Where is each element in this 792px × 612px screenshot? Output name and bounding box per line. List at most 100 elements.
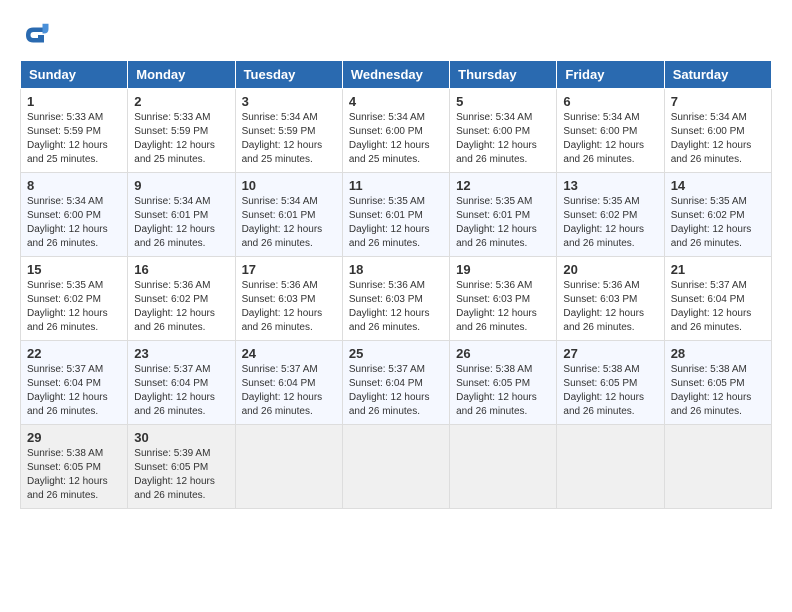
daylight-label: Daylight: 12 hours: [349, 392, 430, 403]
sunset-label: Sunset: 5:59 PM: [27, 126, 101, 137]
daylight-minutes: and 26 minutes.: [134, 238, 205, 249]
daylight-label: Daylight: 12 hours: [456, 392, 537, 403]
sunset-label: Sunset: 6:02 PM: [563, 210, 637, 221]
daylight-minutes: and 26 minutes.: [27, 406, 98, 417]
calendar-cell: 24 Sunrise: 5:37 AM Sunset: 6:04 PM Dayl…: [235, 341, 342, 425]
calendar-cell: 21 Sunrise: 5:37 AM Sunset: 6:04 PM Dayl…: [664, 257, 771, 341]
sunset-label: Sunset: 6:01 PM: [456, 210, 530, 221]
day-number: 18: [349, 262, 443, 277]
day-number: 12: [456, 178, 550, 193]
day-number: 13: [563, 178, 657, 193]
sunrise-label: Sunrise: 5:34 AM: [349, 112, 425, 123]
day-info: Sunrise: 5:34 AM Sunset: 5:59 PM Dayligh…: [242, 111, 336, 167]
sunrise-label: Sunrise: 5:34 AM: [242, 112, 318, 123]
sunset-label: Sunset: 6:03 PM: [563, 294, 637, 305]
calendar-week-row: 29 Sunrise: 5:38 AM Sunset: 6:05 PM Dayl…: [21, 425, 772, 509]
day-info: Sunrise: 5:33 AM Sunset: 5:59 PM Dayligh…: [134, 111, 228, 167]
day-number: 2: [134, 94, 228, 109]
sunset-label: Sunset: 6:05 PM: [134, 462, 208, 473]
day-info: Sunrise: 5:33 AM Sunset: 5:59 PM Dayligh…: [27, 111, 121, 167]
sunrise-label: Sunrise: 5:35 AM: [671, 196, 747, 207]
sunset-label: Sunset: 6:00 PM: [563, 126, 637, 137]
sunrise-label: Sunrise: 5:35 AM: [349, 196, 425, 207]
sunset-label: Sunset: 6:01 PM: [134, 210, 208, 221]
weekday-header-thursday: Thursday: [450, 61, 557, 89]
sunrise-label: Sunrise: 5:37 AM: [27, 364, 103, 375]
logo-icon: [20, 20, 50, 50]
daylight-label: Daylight: 12 hours: [456, 140, 537, 151]
sunrise-label: Sunrise: 5:36 AM: [456, 280, 532, 291]
sunset-label: Sunset: 6:04 PM: [671, 294, 745, 305]
day-info: Sunrise: 5:35 AM Sunset: 6:01 PM Dayligh…: [456, 195, 550, 251]
day-info: Sunrise: 5:34 AM Sunset: 6:00 PM Dayligh…: [671, 111, 765, 167]
sunrise-label: Sunrise: 5:37 AM: [134, 364, 210, 375]
daylight-minutes: and 26 minutes.: [27, 238, 98, 249]
calendar-cell: 15 Sunrise: 5:35 AM Sunset: 6:02 PM Dayl…: [21, 257, 128, 341]
sunrise-label: Sunrise: 5:34 AM: [563, 112, 639, 123]
daylight-minutes: and 26 minutes.: [563, 406, 634, 417]
calendar-cell: 14 Sunrise: 5:35 AM Sunset: 6:02 PM Dayl…: [664, 173, 771, 257]
weekday-header-monday: Monday: [128, 61, 235, 89]
calendar-cell: 7 Sunrise: 5:34 AM Sunset: 6:00 PM Dayli…: [664, 89, 771, 173]
sunset-label: Sunset: 6:02 PM: [671, 210, 745, 221]
calendar-cell: 12 Sunrise: 5:35 AM Sunset: 6:01 PM Dayl…: [450, 173, 557, 257]
daylight-minutes: and 26 minutes.: [671, 238, 742, 249]
sunrise-label: Sunrise: 5:38 AM: [27, 448, 103, 459]
day-number: 15: [27, 262, 121, 277]
day-info: Sunrise: 5:35 AM Sunset: 6:02 PM Dayligh…: [563, 195, 657, 251]
sunset-label: Sunset: 6:01 PM: [349, 210, 423, 221]
day-info: Sunrise: 5:37 AM Sunset: 6:04 PM Dayligh…: [27, 363, 121, 419]
daylight-label: Daylight: 12 hours: [242, 224, 323, 235]
sunset-label: Sunset: 5:59 PM: [242, 126, 316, 137]
daylight-minutes: and 26 minutes.: [671, 406, 742, 417]
calendar-cell: 4 Sunrise: 5:34 AM Sunset: 6:00 PM Dayli…: [342, 89, 449, 173]
daylight-label: Daylight: 12 hours: [563, 308, 644, 319]
day-number: 9: [134, 178, 228, 193]
daylight-minutes: and 26 minutes.: [456, 406, 527, 417]
sunrise-label: Sunrise: 5:35 AM: [27, 280, 103, 291]
sunrise-label: Sunrise: 5:37 AM: [242, 364, 318, 375]
day-info: Sunrise: 5:35 AM Sunset: 6:02 PM Dayligh…: [27, 279, 121, 335]
daylight-label: Daylight: 12 hours: [27, 140, 108, 151]
daylight-minutes: and 26 minutes.: [349, 238, 420, 249]
daylight-label: Daylight: 12 hours: [671, 140, 752, 151]
sunset-label: Sunset: 6:03 PM: [242, 294, 316, 305]
sunset-label: Sunset: 6:05 PM: [563, 378, 637, 389]
daylight-minutes: and 26 minutes.: [456, 238, 527, 249]
daylight-label: Daylight: 12 hours: [671, 224, 752, 235]
day-number: 29: [27, 430, 121, 445]
calendar-cell: 8 Sunrise: 5:34 AM Sunset: 6:00 PM Dayli…: [21, 173, 128, 257]
daylight-minutes: and 26 minutes.: [563, 238, 634, 249]
daylight-minutes: and 25 minutes.: [134, 154, 205, 165]
day-number: 16: [134, 262, 228, 277]
daylight-minutes: and 26 minutes.: [563, 322, 634, 333]
sunset-label: Sunset: 6:00 PM: [671, 126, 745, 137]
daylight-label: Daylight: 12 hours: [134, 476, 215, 487]
calendar-cell: [557, 425, 664, 509]
daylight-minutes: and 26 minutes.: [456, 154, 527, 165]
day-info: Sunrise: 5:38 AM Sunset: 6:05 PM Dayligh…: [456, 363, 550, 419]
day-number: 21: [671, 262, 765, 277]
day-number: 10: [242, 178, 336, 193]
calendar-cell: [664, 425, 771, 509]
calendar-cell: 5 Sunrise: 5:34 AM Sunset: 6:00 PM Dayli…: [450, 89, 557, 173]
day-info: Sunrise: 5:36 AM Sunset: 6:02 PM Dayligh…: [134, 279, 228, 335]
day-number: 1: [27, 94, 121, 109]
weekday-header-saturday: Saturday: [664, 61, 771, 89]
calendar-week-row: 22 Sunrise: 5:37 AM Sunset: 6:04 PM Dayl…: [21, 341, 772, 425]
day-info: Sunrise: 5:35 AM Sunset: 6:01 PM Dayligh…: [349, 195, 443, 251]
daylight-label: Daylight: 12 hours: [27, 392, 108, 403]
daylight-label: Daylight: 12 hours: [671, 308, 752, 319]
daylight-label: Daylight: 12 hours: [242, 392, 323, 403]
day-number: 30: [134, 430, 228, 445]
day-number: 27: [563, 346, 657, 361]
daylight-label: Daylight: 12 hours: [563, 392, 644, 403]
calendar-week-row: 8 Sunrise: 5:34 AM Sunset: 6:00 PM Dayli…: [21, 173, 772, 257]
day-number: 7: [671, 94, 765, 109]
sunrise-label: Sunrise: 5:37 AM: [349, 364, 425, 375]
daylight-label: Daylight: 12 hours: [563, 224, 644, 235]
calendar-cell: 16 Sunrise: 5:36 AM Sunset: 6:02 PM Dayl…: [128, 257, 235, 341]
day-number: 5: [456, 94, 550, 109]
day-number: 20: [563, 262, 657, 277]
day-info: Sunrise: 5:38 AM Sunset: 6:05 PM Dayligh…: [27, 447, 121, 503]
